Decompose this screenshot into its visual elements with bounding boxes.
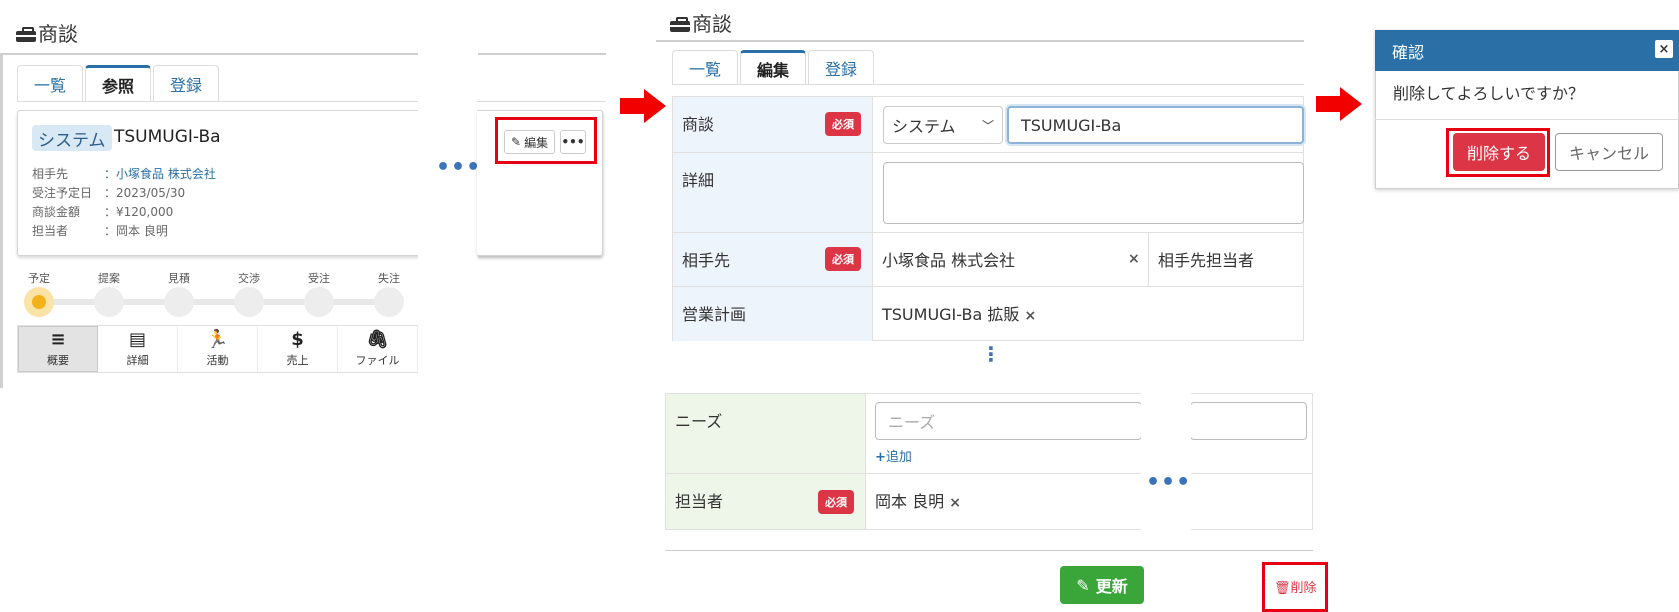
tab-divider	[672, 84, 1304, 85]
required-badge: 必須	[825, 247, 861, 271]
edit-button[interactable]: ✎ 編集	[504, 130, 556, 154]
update-button[interactable]: ✎ 更新	[1060, 566, 1144, 604]
required-badge: 必須	[825, 112, 861, 136]
cut-gap	[418, 40, 478, 400]
footer-divider	[665, 550, 1313, 551]
dialog-title: 確認	[1392, 43, 1425, 62]
stage-track	[38, 299, 390, 305]
remove-plan-icon[interactable]: ×	[1024, 308, 1036, 324]
invoice-icon: $	[291, 329, 304, 350]
category-badge: システム	[32, 125, 112, 151]
required-badge: 必須	[818, 490, 854, 514]
info-row-order-date: 受注予定日 ：2023/05/30	[32, 186, 186, 200]
tab-edit[interactable]: 編集	[740, 50, 807, 85]
field-label-needs: ニーズ	[666, 394, 866, 474]
stage-label: 失注	[378, 272, 400, 285]
briefcase-icon	[16, 27, 36, 42]
tab-register[interactable]: 登録	[808, 50, 875, 85]
trash-icon: 🗑	[1274, 581, 1291, 596]
tab-list[interactable]: 一覧	[672, 50, 739, 85]
client-link[interactable]: ：小塚食品 株式会社	[104, 167, 216, 181]
section-file[interactable]: 🖇 ファイル	[338, 326, 418, 372]
tab-bar: 一覧 編集 登録	[672, 50, 876, 85]
dialog-message: 削除してよろしいですか？	[1393, 84, 1585, 103]
delete-link[interactable]: 🗑削除	[1274, 577, 1317, 596]
needs-input-2[interactable]	[1190, 402, 1307, 440]
deal-name: TSUMUGI-Ba	[114, 127, 221, 147]
field-label-detail: 詳細	[673, 153, 873, 233]
field-label-client-contact: 相手先担当者	[1149, 233, 1303, 287]
field-value-owner: 岡本 良明 ×	[875, 492, 961, 511]
more-button[interactable]: •••	[560, 130, 586, 154]
stage-dot[interactable]	[304, 287, 334, 317]
field-label-plan: 営業計画	[673, 287, 873, 341]
close-icon[interactable]: ×	[1655, 40, 1673, 58]
tab-divider	[477, 101, 606, 102]
cancel-button[interactable]: キャンセル	[1555, 133, 1663, 171]
stage-dot[interactable]	[234, 287, 264, 317]
chevron-down-icon: ﹀	[981, 118, 994, 133]
paperclip-icon: 🖇	[366, 329, 389, 350]
page-title: 商談	[16, 18, 78, 47]
clipboard-icon: ▤	[128, 329, 146, 350]
stage-label: 見積	[168, 272, 190, 285]
info-row-client: 相手先 ：小塚食品 株式会社	[32, 167, 216, 181]
field-value-client: 小塚食品 株式会社	[873, 233, 1149, 287]
needs-input[interactable]: ニーズ	[875, 402, 1142, 440]
title-divider	[0, 53, 606, 55]
add-needs-link[interactable]: +追加	[875, 446, 912, 465]
stage-dot[interactable]	[164, 287, 194, 317]
edit-icon: ✎	[511, 135, 522, 149]
dialog-divider	[1375, 119, 1679, 120]
briefcase-icon	[670, 17, 690, 32]
page-title: 商談	[670, 8, 732, 37]
stage-dot[interactable]	[94, 287, 124, 317]
ellipsis-icon: •••	[1146, 470, 1192, 495]
tab-list[interactable]: 一覧	[17, 65, 84, 102]
tab-register[interactable]: 登録	[153, 65, 220, 102]
arrow-right-icon	[620, 89, 668, 123]
tab-bar: 一覧 参照 登録	[17, 65, 221, 102]
section-icon-bar: ≡ 概要 ▤ 詳細 🏃 活動 $ 売上 🖇 ファイル	[17, 325, 419, 373]
arrow-right-icon	[1316, 87, 1364, 121]
confirm-delete-button[interactable]: 削除する	[1453, 133, 1545, 171]
ellipsis-icon: •••	[436, 155, 482, 180]
vertical-ellipsis-icon: ⋮	[981, 342, 1001, 366]
category-select[interactable]: システム ﹀	[883, 106, 1003, 144]
running-icon: 🏃	[206, 329, 229, 350]
section-activity[interactable]: 🏃 活動	[178, 326, 258, 372]
remove-owner-icon[interactable]: ×	[949, 495, 961, 511]
title-divider	[656, 40, 1304, 42]
section-detail[interactable]: ▤ 詳細	[98, 326, 178, 372]
info-row-amount: 商談金額 ：¥120,000	[32, 205, 174, 219]
field-value-plan: TSUMUGI-Ba 拡販 ×	[882, 305, 1037, 324]
section-sales[interactable]: $ 売上	[258, 326, 338, 372]
stage-label: 交渉	[238, 272, 260, 285]
dialog-header: 確認	[1375, 30, 1679, 71]
stage-dot[interactable]	[374, 287, 404, 317]
stage-label: 予定	[28, 272, 50, 285]
plus-icon: +	[875, 450, 886, 465]
clear-client-icon[interactable]: ×	[1128, 251, 1140, 267]
stage-label: 受注	[308, 272, 330, 285]
list-icon: ≡	[50, 329, 66, 350]
detail-textarea[interactable]	[883, 162, 1304, 224]
section-overview[interactable]: ≡ 概要	[18, 326, 98, 372]
stage-dot-current[interactable]	[24, 287, 54, 317]
deal-name-input[interactable]: TSUMUGI-Ba	[1007, 106, 1304, 144]
edit-icon: ✎	[1076, 575, 1090, 595]
tab-view[interactable]: 参照	[85, 65, 152, 102]
frame-border	[0, 54, 3, 388]
stage-label: 提案	[98, 272, 120, 285]
info-row-owner: 担当者 ：岡本 良明	[32, 224, 168, 238]
